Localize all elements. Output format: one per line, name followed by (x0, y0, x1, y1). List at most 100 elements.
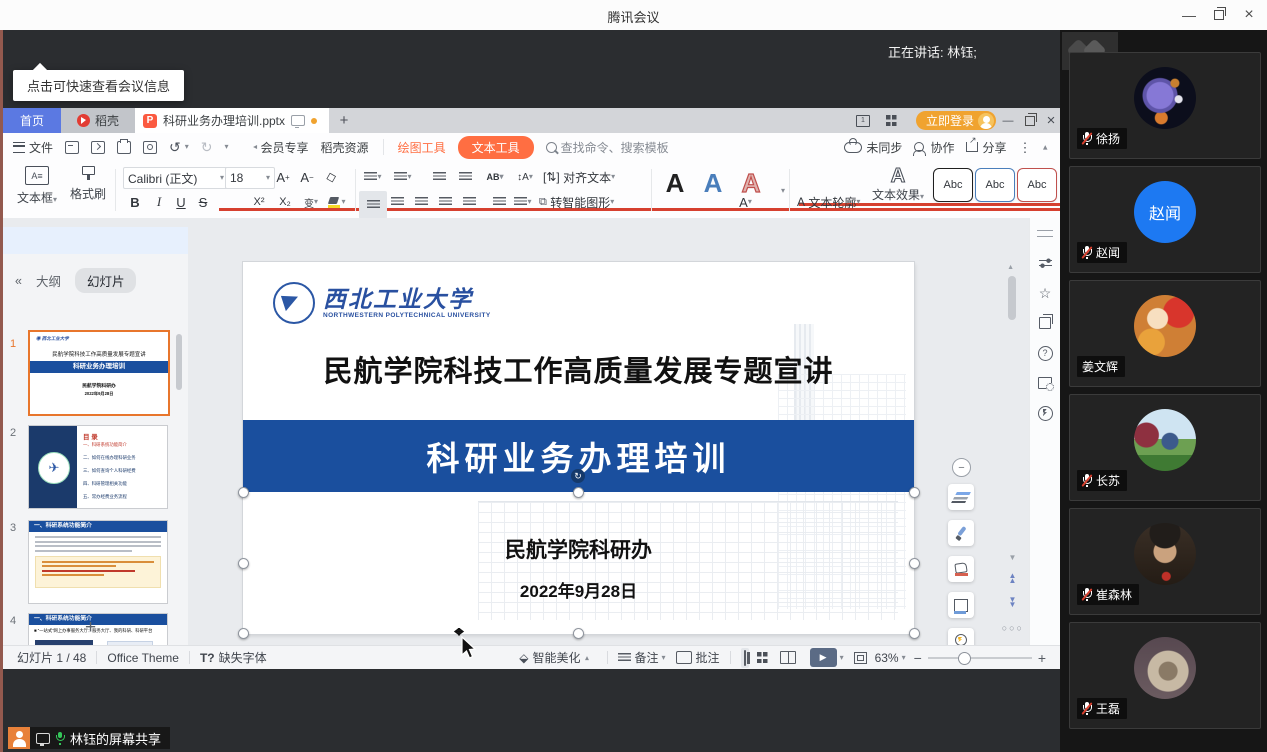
participant-tile[interactable]: 崔森林 (1069, 508, 1261, 615)
align-left-button[interactable] (359, 191, 387, 219)
share-button[interactable]: 分享 (960, 133, 1012, 161)
scroll-down-icon[interactable]: ▼ (1004, 556, 1020, 561)
decrease-indent-button[interactable] (429, 167, 449, 187)
text-box-button[interactable]: A≡ 文本框▾ (15, 166, 59, 206)
text-outline-button[interactable]: A 文本轮廓▾ (797, 192, 860, 212)
export-button[interactable] (85, 133, 111, 161)
effects-button[interactable]: ☆ (1036, 284, 1054, 302)
highlight-button[interactable]: ▾ (327, 192, 347, 212)
selection-handle[interactable] (573, 487, 584, 498)
line-spacing-button[interactable]: ↕A▾ (515, 167, 535, 187)
theme-name[interactable]: Office Theme (107, 651, 179, 665)
underline-button[interactable]: U (171, 192, 191, 212)
tab-document[interactable]: P 科研业务办理培训.pptx (135, 108, 329, 133)
print-button[interactable] (111, 133, 137, 161)
properties-button[interactable] (1036, 254, 1054, 272)
selection-handle[interactable] (238, 487, 249, 498)
collapse-ribbon-button[interactable]: ▾ (1037, 133, 1060, 161)
numbered-list-button[interactable]: ▾ (393, 167, 413, 187)
text-effect-button[interactable]: A 文本效果▾ (871, 166, 925, 203)
drag-handle-icon[interactable] (1037, 230, 1053, 237)
clear-format-button[interactable]: ◇ (319, 165, 343, 189)
draw-tools-tab[interactable]: 绘图工具 (392, 133, 452, 161)
template-settings-button[interactable] (1036, 374, 1054, 392)
selection-handle[interactable] (909, 487, 920, 498)
frame-tool-button[interactable] (948, 592, 974, 618)
sync-status[interactable]: 未同步 (838, 133, 908, 161)
align-center-button[interactable] (387, 192, 407, 212)
wordart-more-button[interactable]: ▾ (773, 181, 793, 201)
wordart-style-1[interactable]: A (665, 173, 685, 193)
increase-indent-button[interactable] (455, 167, 475, 187)
undo-button[interactable]: ↺▾ (163, 133, 195, 161)
row-spacing-button[interactable] (489, 192, 509, 212)
workspace-grid-button[interactable] (881, 112, 901, 129)
collapse-quick-tools-button[interactable]: − (952, 458, 971, 477)
tab-outline[interactable]: 大纲 (36, 271, 61, 290)
shape-style-2[interactable]: Abc (975, 168, 1015, 202)
slide-thumbnail-3[interactable]: 一、科研系统功能简介 (28, 520, 168, 604)
file-menu[interactable]: 文件 (3, 133, 59, 161)
wps-close-button[interactable]: × (1041, 112, 1061, 129)
participant-tile[interactable]: 王磊 (1069, 622, 1261, 729)
redo-button[interactable]: ↻ (195, 133, 219, 161)
fit-to-window-button[interactable] (854, 652, 867, 664)
member-menu[interactable]: ▾会员专享 (247, 133, 315, 161)
bold-button[interactable]: B (125, 192, 145, 212)
phonetic-guide-button[interactable]: 变▾ (301, 192, 321, 212)
print-preview-button[interactable] (137, 133, 163, 161)
italic-button[interactable]: I (149, 192, 169, 212)
tab-slides[interactable]: 幻灯片 (75, 268, 137, 293)
tab-home[interactable]: 首页 (3, 108, 61, 133)
quick-actions-button[interactable] (1036, 404, 1054, 422)
strikethrough-button[interactable]: S (193, 192, 213, 212)
comments-button[interactable]: 批注 (696, 649, 720, 666)
participant-tile[interactable]: 赵闻 赵闻 (1069, 166, 1261, 273)
slide-1[interactable]: 西北工业大学 NORTHWESTERN POLYTECHNICAL UNIVER… (243, 262, 914, 634)
shape-fill-tool-button[interactable] (948, 556, 974, 582)
add-slide-button[interactable]: + (85, 617, 96, 639)
panel-scrollbar[interactable] (176, 334, 182, 390)
slide-thumbnail-1[interactable]: ◉ 西北工业大学 民航学院科技工作高质量发展专题宣讲 科研业务办理培训 民航学院… (28, 330, 170, 416)
smart-beautify-button[interactable]: 智能美化 (532, 649, 580, 666)
participant-tile[interactable]: 长苏 (1069, 394, 1261, 501)
participant-tile[interactable]: 徐扬 (1069, 52, 1261, 159)
reading-view-button[interactable] (780, 651, 796, 664)
distribute-button[interactable] (459, 192, 479, 212)
scroll-up-icon[interactable]: ▲ (1007, 264, 1014, 271)
collapse-panel-button[interactable]: « (15, 274, 22, 288)
meeting-info-tooltip[interactable]: 点击可快速查看会议信息 (13, 70, 184, 101)
more-options-icon[interactable]: ○○○ (1002, 623, 1024, 633)
selection-handle[interactable] (573, 628, 584, 639)
wps-login-button[interactable]: 立即登录 (916, 111, 996, 130)
help-button[interactable]: ? (1036, 344, 1054, 362)
align-text-button[interactable]: [⇅] 对齐文本▾ (543, 167, 615, 187)
selection-handle[interactable] (238, 628, 249, 639)
selection-handle[interactable] (238, 558, 249, 569)
meeting-restore-button[interactable] (1206, 4, 1232, 26)
to-smartart-button[interactable]: ⧉ 转智能图形▾ (539, 192, 614, 212)
missing-font-label[interactable]: 缺失字体 (219, 649, 267, 666)
layers-tool-button[interactable] (948, 484, 974, 510)
slide-sorter-button[interactable] (757, 652, 768, 663)
font-size-select[interactable]: 18▾ (225, 167, 275, 189)
align-right-button[interactable] (411, 192, 431, 212)
shape-style-3[interactable]: Abc (1017, 168, 1057, 202)
zoom-out-button[interactable]: − (914, 650, 922, 666)
rotate-handle[interactable]: ↻ (571, 469, 585, 483)
save-button[interactable] (59, 133, 85, 161)
meeting-close-button[interactable]: × (1236, 4, 1262, 26)
justify-button[interactable] (435, 192, 455, 212)
text-direction-button[interactable]: AB▾ (485, 167, 505, 187)
superscript-button[interactable]: X² (249, 192, 269, 212)
font-name-select[interactable]: Calibri (正文)▾ (123, 167, 229, 189)
meeting-minimize-button[interactable]: — (1176, 4, 1202, 26)
zoom-slider-knob[interactable] (958, 652, 971, 665)
new-tab-button[interactable]: + (329, 108, 359, 133)
ribbon-collapse-button[interactable]: ▾ (219, 133, 235, 161)
more-menu-button[interactable]: ⋮ (1012, 133, 1037, 161)
notes-button[interactable]: 备注 (635, 649, 659, 666)
brush-tool-button[interactable] (948, 520, 974, 546)
zoom-level[interactable]: 63% (875, 651, 899, 665)
bullet-list-button[interactable]: ▾ (363, 167, 383, 187)
